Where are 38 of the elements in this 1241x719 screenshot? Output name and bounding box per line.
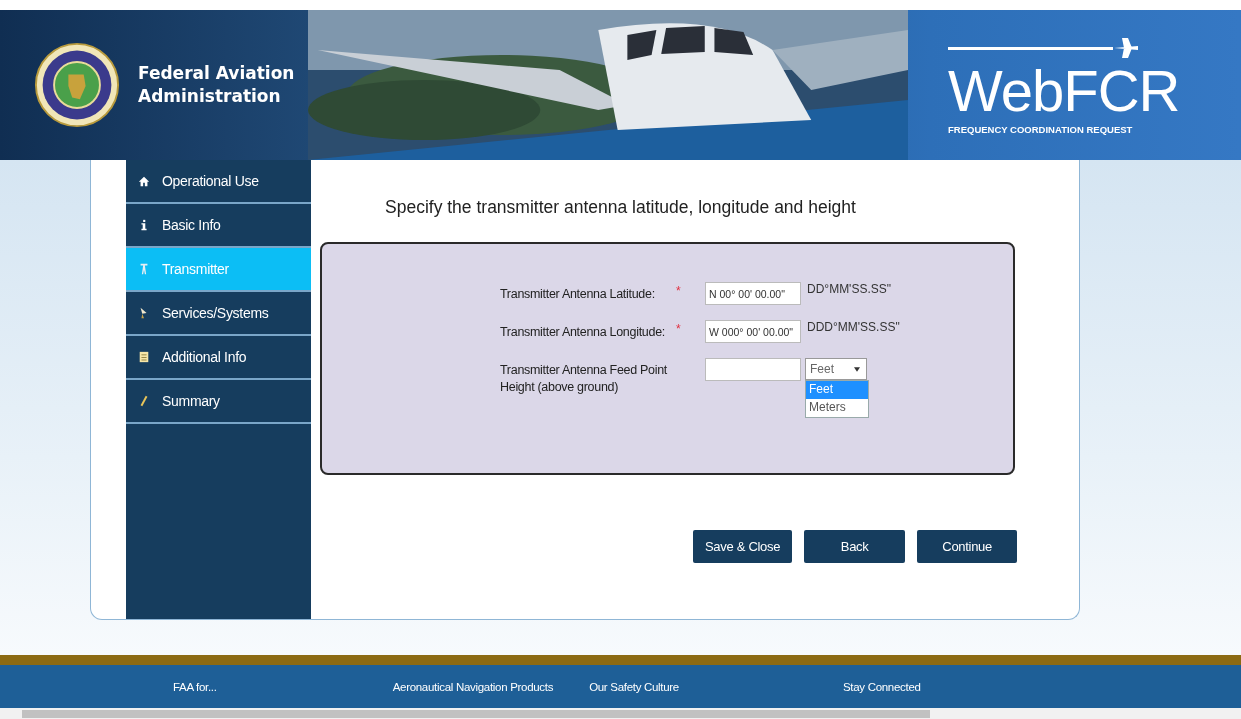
input-field[interactable]: W 000° 00' 00.00" bbox=[705, 320, 801, 343]
action-button[interactable]: Continue bbox=[917, 530, 1018, 563]
sidebar-item[interactable]: Summary bbox=[126, 380, 311, 424]
action-button[interactable]: Save & Close bbox=[693, 530, 793, 563]
horizontal-scrollbar[interactable] bbox=[0, 708, 1241, 719]
home-icon bbox=[138, 175, 150, 187]
document-icon bbox=[138, 351, 150, 363]
caret-icon bbox=[854, 366, 860, 372]
product-name: WebFCR bbox=[948, 59, 1180, 122]
action-button[interactable]: Back bbox=[804, 530, 906, 563]
sidebar-item[interactable]: Services/Systems bbox=[126, 292, 311, 336]
format-hint: DD°MM'SS.SS" bbox=[807, 282, 892, 296]
sidebar-item[interactable]: Operational Use bbox=[126, 160, 311, 204]
required-mark: * bbox=[676, 283, 682, 298]
unit-dropdown[interactable]: Feet bbox=[805, 358, 867, 380]
product-tagline: FREQUENCY COORDINATION REQUEST bbox=[948, 123, 1133, 135]
page-heading: Specify the transmitter antenna latitude, longitude and height bbox=[385, 197, 857, 218]
scrollbar-thumb[interactable] bbox=[22, 710, 930, 718]
footer-link[interactable]: Stay Connected bbox=[842, 680, 921, 693]
required-mark: * bbox=[676, 321, 682, 336]
info-icon bbox=[138, 219, 150, 231]
plane-line-icon bbox=[948, 35, 1138, 60]
footer-link[interactable]: Our Safety Culture bbox=[589, 680, 679, 693]
pencil-icon bbox=[138, 395, 150, 407]
format-hint: DDD°MM'SS.SS" bbox=[807, 320, 900, 334]
field-label: Transmitter Antenna Feed Point Height (above ground) bbox=[500, 362, 669, 396]
field-label: Transmitter Antenna Longitude: bbox=[500, 324, 666, 341]
input-field[interactable] bbox=[705, 358, 801, 381]
footer-link[interactable]: FAA for... bbox=[173, 680, 217, 693]
input-field[interactable]: N 00° 00' 00.00" bbox=[705, 282, 801, 305]
footer-link[interactable]: Aeronautical Navigation Products bbox=[392, 680, 554, 693]
sidebar-item[interactable]: Additional Info bbox=[126, 336, 311, 380]
organization-name: Federal Aviation bbox=[138, 62, 295, 85]
organization-name: Administration bbox=[138, 85, 281, 108]
seal-logo-icon bbox=[34, 42, 120, 128]
dropdown-option[interactable]: Meters bbox=[806, 399, 868, 417]
antenna-icon bbox=[138, 263, 150, 275]
field-label: Transmitter Antenna Latitude: bbox=[500, 286, 656, 303]
